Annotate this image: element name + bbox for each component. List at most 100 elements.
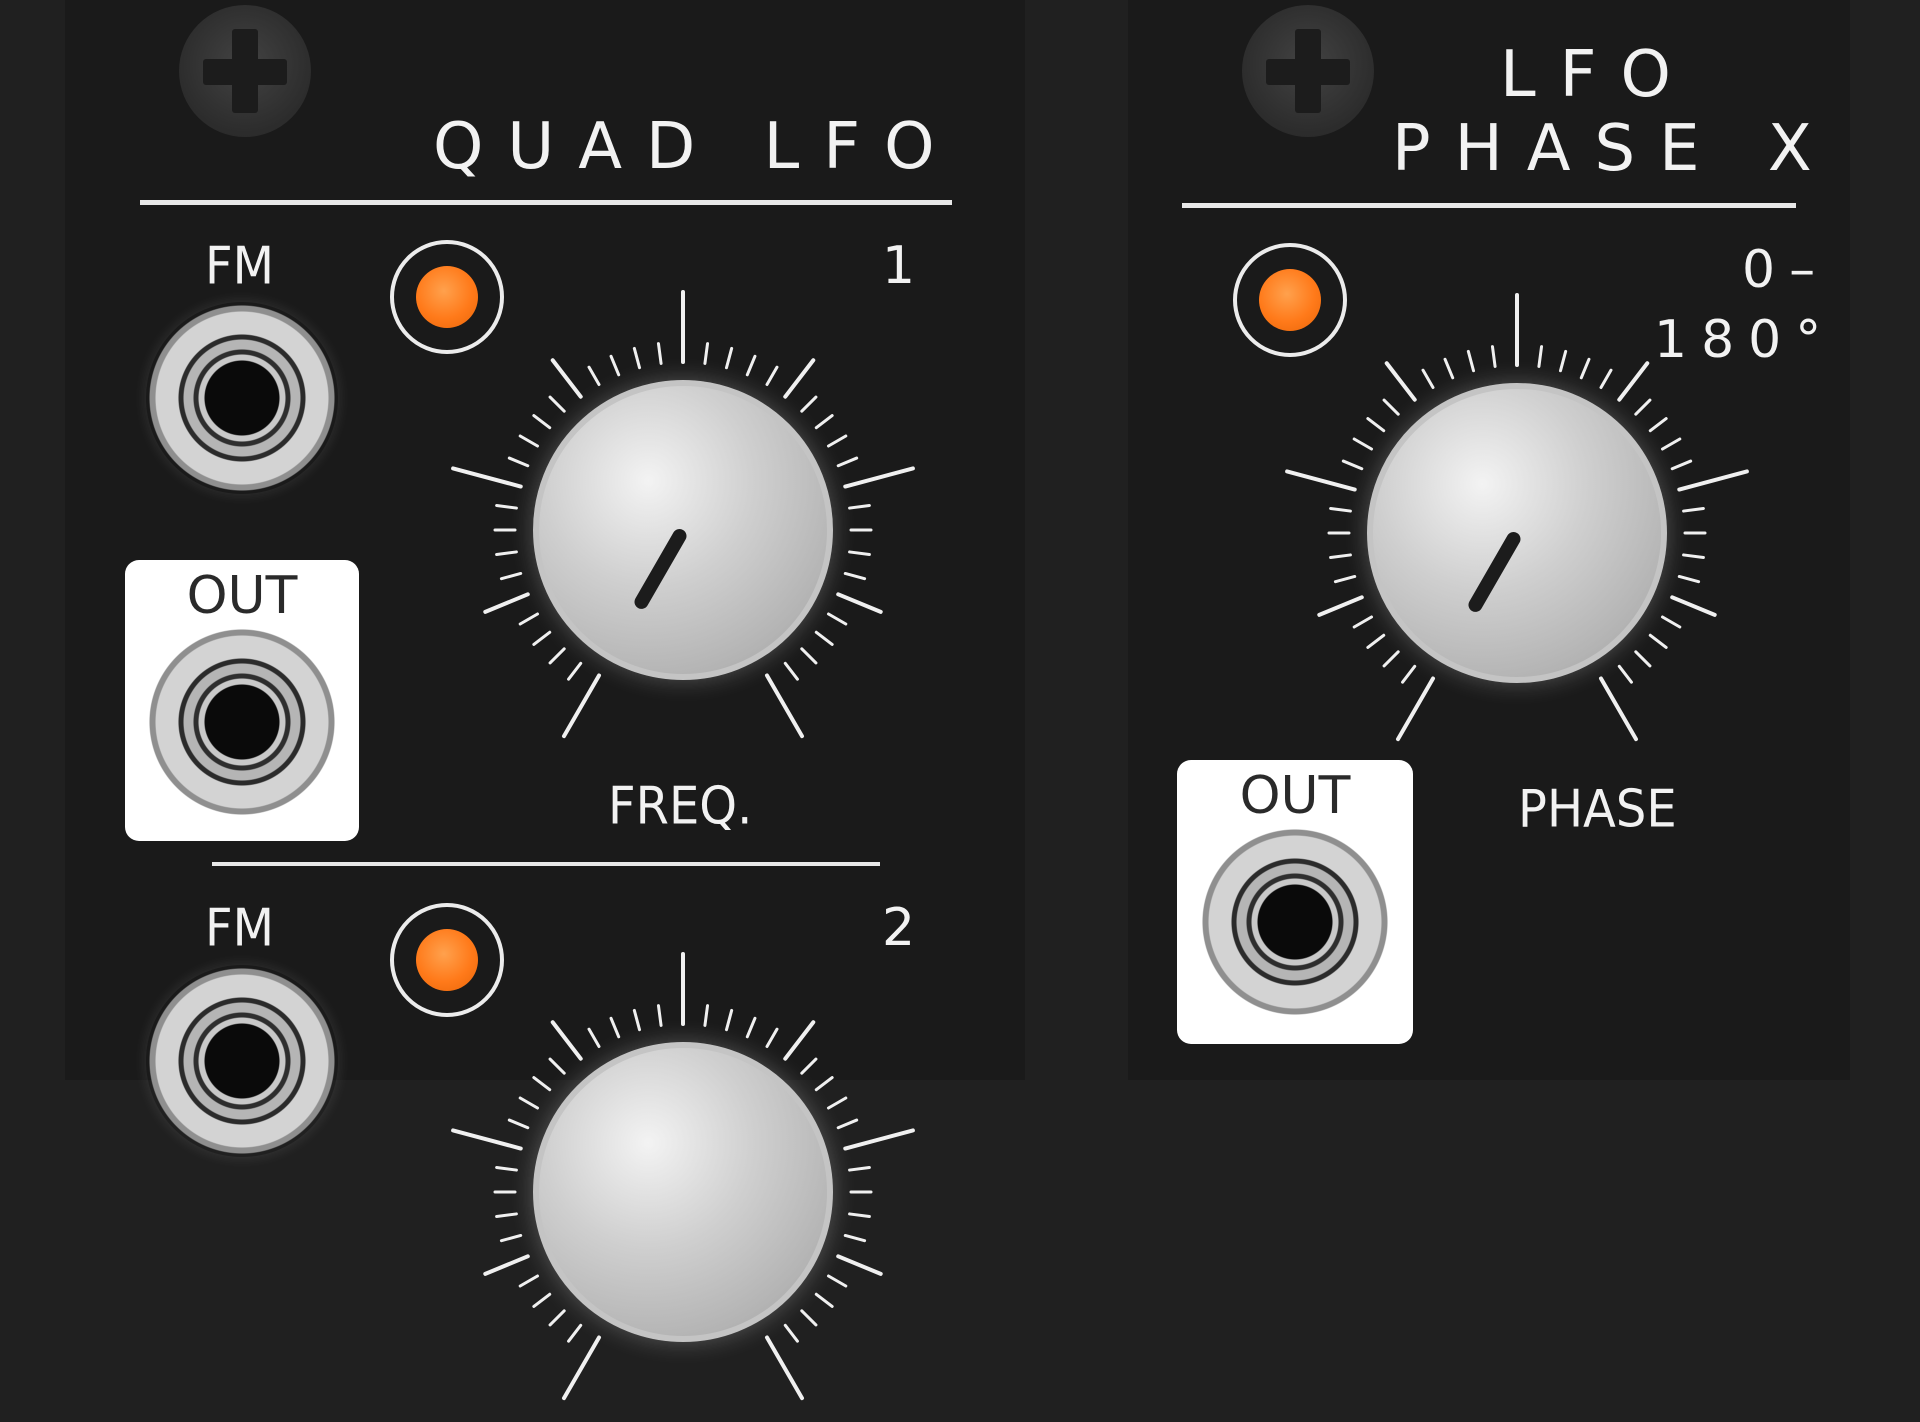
scale-minor-tick: [765, 365, 779, 387]
scale-minor-tick: [548, 1057, 566, 1075]
out-jack[interactable]: [146, 626, 338, 818]
scale-minor-tick: [1329, 553, 1352, 560]
out-jack-panel: OUT: [125, 560, 359, 841]
scale-major-tick: [783, 358, 816, 399]
knob-cap-2[interactable]: [533, 1042, 833, 1342]
scale-minor-tick: [783, 1323, 799, 1343]
knob-label: FREQ.: [608, 775, 753, 837]
scale-minor-tick: [848, 1165, 871, 1172]
scale-minor-tick: [1537, 345, 1544, 368]
title-divider: [140, 200, 952, 205]
fm-label: FM: [205, 235, 275, 297]
scale-minor-tick: [765, 1027, 779, 1049]
scale-minor-tick: [507, 1118, 530, 1130]
scale-minor-tick: [518, 612, 540, 626]
scale-minor-tick: [507, 456, 530, 468]
freq-knob-2[interactable]: [443, 952, 923, 1422]
scale-minor-tick: [1490, 345, 1497, 368]
scale-minor-tick: [1660, 615, 1682, 629]
scale-minor-tick: [843, 571, 867, 581]
scale-major-tick: [550, 1020, 583, 1061]
scale-minor-tick: [1443, 357, 1455, 380]
scale-major-tick: [836, 592, 883, 614]
scale-minor-tick: [587, 1027, 601, 1049]
scale-major-tick: [1285, 469, 1357, 492]
title-divider-2: [1182, 203, 1796, 208]
scale-major-tick: [483, 592, 530, 614]
scale-major-tick: [843, 466, 915, 489]
scale-major-tick: [836, 1254, 883, 1276]
scale-minor-tick: [1382, 650, 1400, 668]
scale-minor-tick: [800, 1057, 818, 1075]
scale-minor-tick: [814, 630, 834, 646]
scale-minor-tick: [1341, 459, 1364, 471]
phase-knob[interactable]: [1277, 293, 1757, 763]
scale-minor-tick: [532, 414, 552, 430]
out-jack-2[interactable]: [1199, 826, 1391, 1018]
scale-minor-tick: [1333, 574, 1357, 584]
scale-minor-tick: [1352, 437, 1374, 451]
scale-minor-tick: [656, 1004, 663, 1027]
fm-input-jack-2[interactable]: [146, 965, 338, 1157]
scale-minor-tick: [814, 1292, 834, 1308]
scale-minor-tick: [724, 1008, 734, 1032]
scale-minor-tick: [1599, 368, 1613, 390]
scale-major-tick: [483, 1254, 530, 1276]
scale-major-tick: [765, 673, 804, 739]
scale-minor-tick: [518, 434, 540, 448]
scale-minor-tick: [848, 503, 871, 510]
scale-minor-tick: [1558, 349, 1568, 373]
scale-minor-tick: [800, 1309, 818, 1327]
scale-minor-tick: [587, 365, 601, 387]
scale-minor-tick: [1579, 357, 1591, 380]
scale-minor-tick: [656, 342, 663, 365]
scale-minor-tick: [1329, 506, 1352, 513]
scale-major-tick: [451, 1128, 523, 1151]
scale-minor-tick: [800, 647, 818, 665]
fm-input-jack[interactable]: [146, 302, 338, 494]
scale-minor-tick: [1352, 615, 1374, 629]
scale-minor-tick: [1366, 633, 1386, 649]
range-label-line1: 0–: [1742, 240, 1830, 300]
scale-minor-tick: [567, 661, 583, 681]
scale-major-tick: [562, 1335, 601, 1401]
scale-minor-tick: [532, 1292, 552, 1308]
scale-major-tick: [550, 358, 583, 399]
scale-minor-tick: [783, 661, 799, 681]
scale-minor-tick: [1648, 417, 1668, 433]
scale-minor-tick: [1401, 664, 1417, 684]
channel-divider: [212, 862, 880, 866]
scale-major-tick: [451, 466, 523, 489]
scale-minor-tick: [836, 1118, 859, 1130]
scale-minor-tick: [836, 456, 859, 468]
scale-minor-tick: [1382, 398, 1400, 416]
scale-minor-tick: [518, 1274, 540, 1288]
scale-minor-tick: [609, 1016, 621, 1039]
module-title-line2: PHASE X: [1392, 112, 1836, 186]
freq-knob[interactable]: [443, 290, 923, 760]
scale-minor-tick: [703, 1004, 710, 1027]
scale-major-tick: [1384, 361, 1417, 402]
scale-minor-tick: [724, 346, 734, 370]
scale-minor-tick: [814, 414, 834, 430]
scale-minor-tick: [843, 1233, 867, 1243]
scale-minor-tick: [848, 550, 871, 557]
out-label-2: OUT: [1239, 766, 1351, 826]
knob-label-2: PHASE: [1518, 778, 1677, 840]
scale-major-tick: [1396, 676, 1435, 742]
scale-minor-tick: [532, 630, 552, 646]
scale-major-tick: [1677, 469, 1749, 492]
module-title: QUAD LFO: [433, 110, 959, 184]
scale-minor-tick: [745, 1016, 757, 1039]
fm-label-2: FM: [205, 897, 275, 959]
scale-minor-tick: [814, 1076, 834, 1092]
scale-minor-tick: [632, 346, 642, 370]
scale-minor-tick: [848, 1212, 871, 1219]
scale-major-tick: [843, 1128, 915, 1151]
scale-major-tick: [1670, 595, 1717, 617]
scale-minor-tick: [548, 1309, 566, 1327]
scale-minor-tick: [1366, 417, 1386, 433]
scale-minor-tick: [518, 1096, 540, 1110]
out-jack-panel-2: OUT: [1177, 760, 1413, 1044]
scale-minor-tick: [1682, 506, 1705, 513]
